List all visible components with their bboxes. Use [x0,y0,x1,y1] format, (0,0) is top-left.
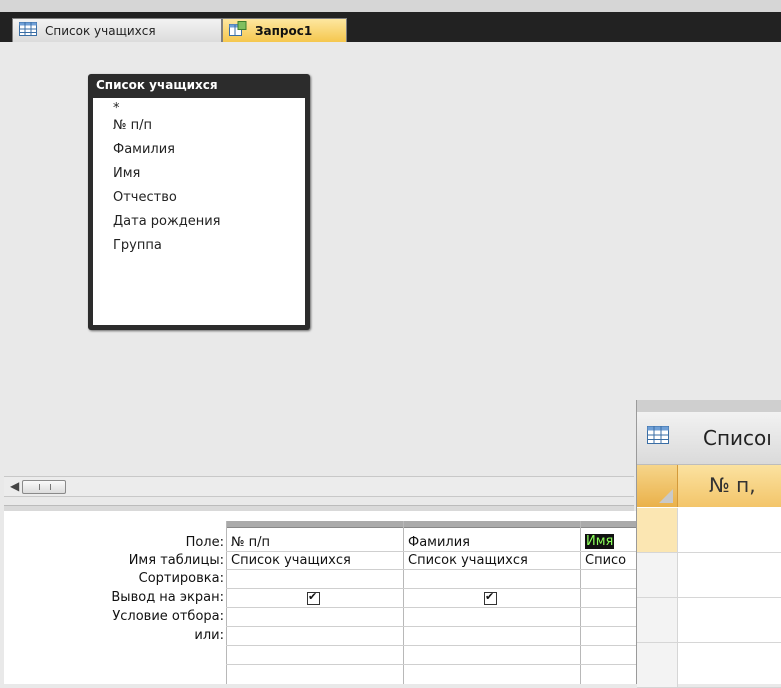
datasheet-row[interactable] [637,643,781,688]
scrollbar-thumb[interactable] [22,480,66,494]
row-selector[interactable] [637,643,678,687]
horizontal-scrollbar[interactable]: ◀ [4,476,634,497]
show-checkbox-1[interactable] [307,590,320,605]
tab-student-list[interactable]: Список учащихся [12,18,222,42]
cell-field-3[interactable]: Имя [585,534,635,549]
field-list-body: * № п/п Фамилия Имя Отчество Дата рожден… [93,98,305,325]
column-selector[interactable] [404,521,580,528]
datasheet-title: Списоı [703,426,772,450]
table-icon [19,22,37,39]
row-label-show: Вывод на экран: [111,590,224,605]
field-item-name[interactable]: Имя [113,166,140,181]
cell-table-2[interactable]: Список учащихся [408,553,578,568]
show-checkbox-2[interactable] [484,590,497,605]
field-item-patronymic[interactable]: Отчество [113,190,177,205]
datasheet-column-header[interactable]: № п, [709,473,756,497]
query-icon [229,21,247,40]
table-icon [647,426,669,448]
column-selector[interactable] [581,521,637,528]
cell-table-1[interactable]: Список учащихся [231,553,401,568]
row-selector[interactable] [637,598,678,642]
datasheet-window[interactable]: Списоı № п, [636,400,781,688]
cell-field-2[interactable]: Фамилия [408,535,578,550]
field-item-surname[interactable]: Фамилия [113,142,175,157]
datasheet-header-row: № п, [637,465,781,507]
datasheet-row[interactable] [637,508,781,553]
row-selector[interactable] [637,553,678,597]
query-grid: Поле: Имя таблицы: Сортировка: Вывод на … [4,511,637,684]
scroll-left-arrow-icon[interactable]: ◀ [10,479,19,493]
row-label-criteria: Условие отбора: [112,609,224,624]
tab-label: Список учащихся [45,23,156,38]
datasheet-title-bar[interactable]: Списоı [637,412,781,465]
window-top-edge [637,400,781,412]
field-item-group[interactable]: Группа [113,238,162,253]
field-item-birthdate[interactable]: Дата рождения [113,214,220,229]
row-selector[interactable] [637,508,678,552]
row-label-table: Имя таблицы: [128,553,224,568]
row-label-or: или: [194,628,224,643]
field-list-title: Список учащихся [96,78,218,92]
select-all-button[interactable] [637,465,678,507]
tab-label: Запрос1 [255,23,313,38]
column-selector[interactable] [227,521,403,528]
cell-field-1[interactable]: № п/п [231,535,401,550]
row-label-sort: Сортировка: [138,571,224,586]
field-item-all[interactable]: * [113,101,120,116]
field-item-number[interactable]: № п/п [113,118,152,133]
tab-query1[interactable]: Запрос1 [222,18,347,42]
row-label-field: Поле: [185,535,224,550]
table-field-list[interactable]: Список учащихся * № п/п Фамилия Имя Отче… [88,74,310,330]
datasheet-row[interactable] [637,553,781,598]
selected-text: Имя [585,534,615,549]
datasheet-row[interactable] [637,598,781,643]
document-tab-bar: Список учащихся Запрос1 [0,12,781,42]
cell-table-3[interactable]: Списо [585,553,635,568]
